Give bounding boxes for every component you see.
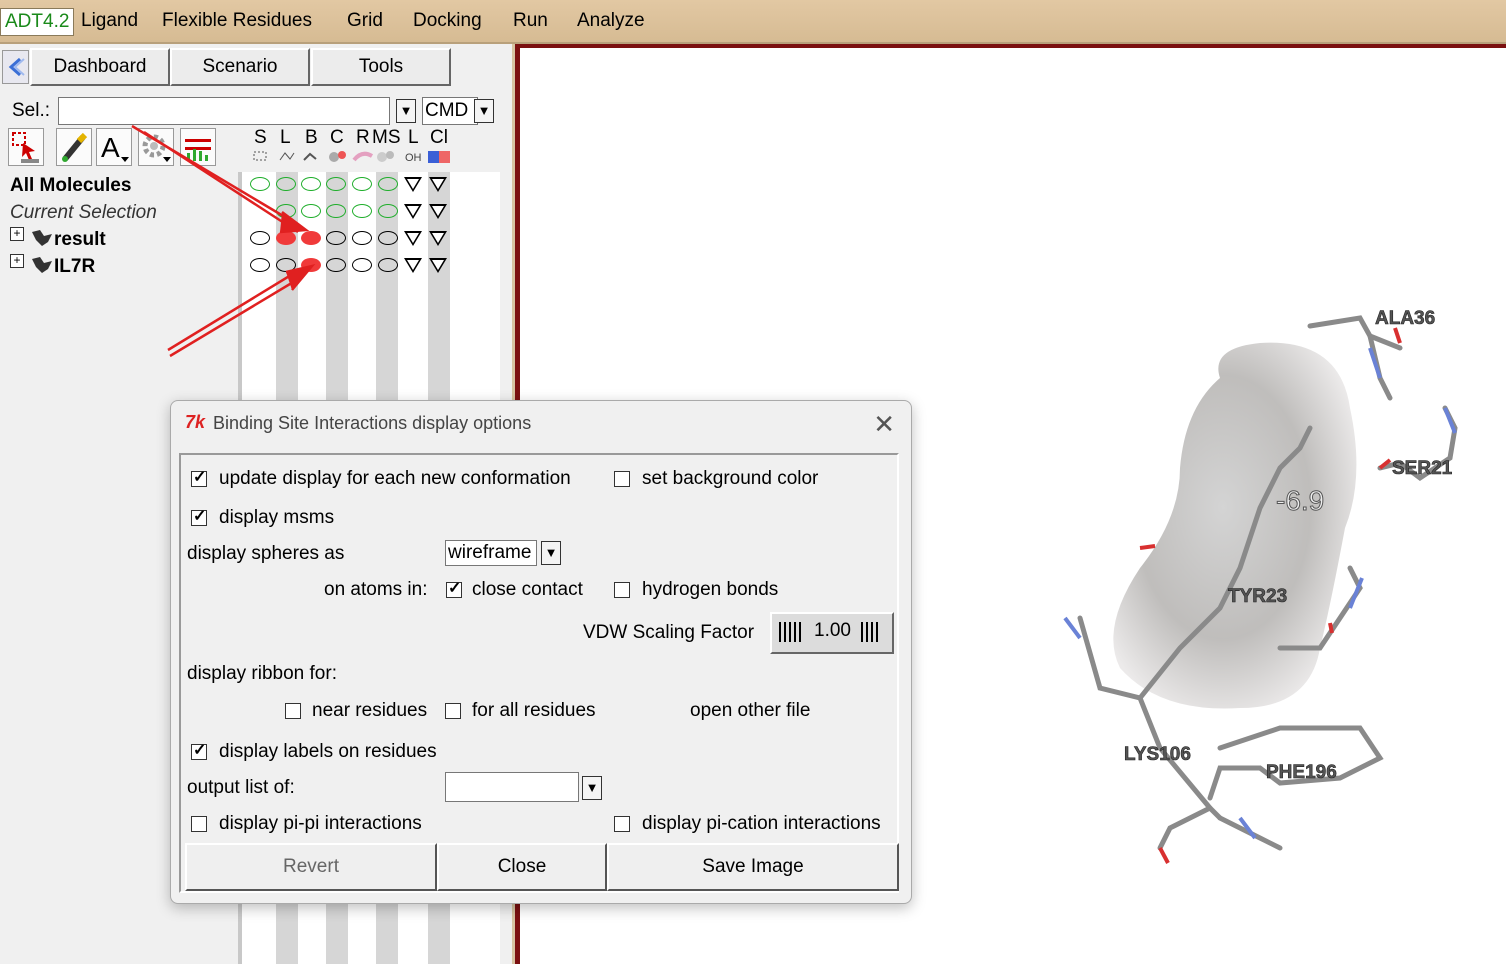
output-list-select[interactable]: [445, 772, 579, 802]
vdw-label: VDW Scaling Factor: [583, 622, 755, 643]
on-atoms-label: on atoms in:: [324, 579, 428, 600]
display-labels-checkbox[interactable]: [191, 740, 207, 760]
save-image-button[interactable]: Save Image: [607, 843, 899, 891]
annotation-arrows: [131, 124, 316, 358]
close-button[interactable]: Close: [437, 843, 607, 891]
close-icon[interactable]: ✕: [873, 409, 895, 440]
all-residues-checkbox[interactable]: [445, 703, 461, 719]
tk-logo-icon: 7k: [185, 412, 206, 432]
molecular-surface: [1113, 342, 1357, 709]
output-dropdown-button[interactable]: ▼: [582, 776, 602, 800]
vdw-scaling-dial[interactable]: 1.00: [770, 612, 894, 654]
pi-cation-label: display pi-cation interactions: [642, 813, 881, 834]
vdw-value: 1.00: [814, 620, 851, 641]
hydrogen-bonds-checkbox[interactable]: [614, 582, 630, 598]
pi-pi-label: display pi-pi interactions: [219, 813, 422, 834]
binding-energy-label: -6.9: [1276, 485, 1324, 516]
open-other-file-button[interactable]: open other file: [690, 700, 810, 722]
output-list-label: output list of:: [187, 777, 295, 798]
display-msms-label: display msms: [219, 507, 335, 528]
update-display-label: update display for each new conformation: [219, 468, 571, 489]
display-msms-checkbox[interactable]: [191, 506, 207, 526]
spheres-dropdown-button[interactable]: ▼: [541, 541, 561, 565]
residue-label-phe196: PHE196: [1266, 762, 1337, 783]
close-contact-label: close contact: [472, 579, 583, 600]
residue-label-lys106: LYS106: [1124, 744, 1191, 765]
near-residues-checkbox[interactable]: [285, 703, 301, 719]
hydrogen-bonds-label: hydrogen bonds: [642, 579, 779, 600]
spheres-label: display spheres as: [187, 543, 345, 564]
set-bg-label: set background color: [642, 468, 819, 489]
residue-label-ala36: ALA36: [1375, 308, 1435, 329]
residue-label-tyr23: TYR23: [1228, 586, 1287, 607]
spheres-select[interactable]: wireframe: [445, 540, 537, 566]
all-residues-label: for all residues: [472, 700, 596, 721]
close-contact-checkbox[interactable]: [446, 578, 462, 598]
display-labels-label: display labels on residues: [219, 741, 437, 762]
pi-pi-checkbox[interactable]: [191, 816, 207, 832]
ribbon-label: display ribbon for:: [187, 663, 337, 684]
menu-analyze[interactable]: Analyze: [577, 10, 645, 32]
update-display-checkbox[interactable]: [191, 467, 207, 487]
arrow-to-bonds-column: [169, 276, 301, 358]
pi-cation-checkbox[interactable]: [614, 816, 630, 832]
dialog-title: Binding Site Interactions display option…: [213, 413, 532, 433]
revert-button[interactable]: Revert: [185, 843, 437, 891]
residue-label-ser21: SER21: [1392, 458, 1453, 479]
set-bg-checkbox[interactable]: [614, 471, 630, 487]
near-residues-label: near residues: [312, 700, 428, 721]
